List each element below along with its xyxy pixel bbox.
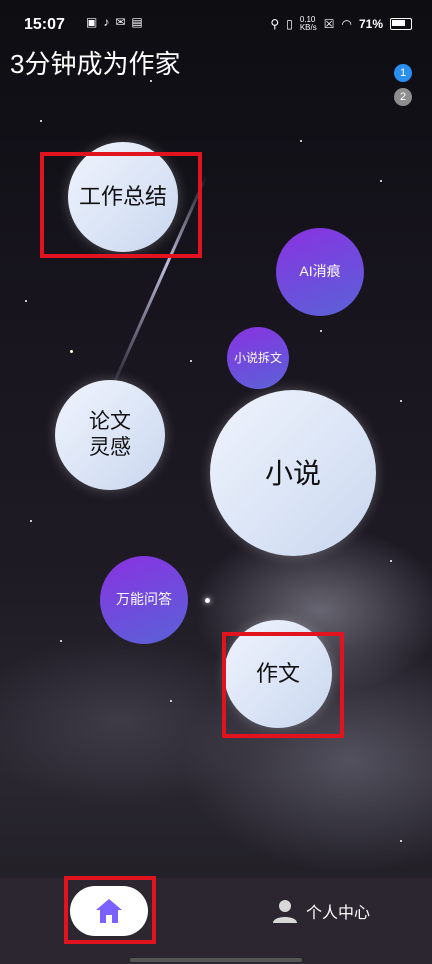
page-indicator: 1 2	[394, 64, 412, 106]
wechat-icon: ✉	[115, 15, 126, 29]
network-speed: 0.10 KB/s	[299, 15, 317, 32]
nfc-icon: ☒	[323, 17, 335, 31]
status-time: 15:07	[24, 16, 65, 33]
battery-percent: 71%	[358, 17, 383, 31]
star	[390, 560, 392, 562]
system-icons: ⚲ ▯ 0.10 KB/s ☒ ◠ 71%	[270, 16, 412, 32]
star	[70, 350, 73, 353]
star	[40, 120, 42, 122]
qa-bubble[interactable]: 万能问答	[100, 556, 188, 644]
app-notification-icon: ▣	[86, 15, 98, 29]
star	[30, 520, 32, 522]
star	[190, 360, 192, 362]
page-dot-2[interactable]: 2	[394, 88, 412, 106]
status-bar: 15:07 ▣ ♪ ✉ ▤ ⚲ ▯ 0.10 KB/s ☒ ◠ 71%	[0, 0, 432, 44]
novel-bubble[interactable]: 小说	[210, 390, 376, 556]
location-icon: ⚲	[270, 17, 280, 31]
notification-icons: ▣ ♪ ✉ ▤	[86, 15, 143, 29]
highlight-box-work-summary	[40, 152, 202, 258]
paper-inspiration-bubble[interactable]: 论文 灵感	[55, 380, 165, 490]
profile-label: 个人中心	[306, 905, 371, 922]
person-icon	[273, 900, 297, 923]
star	[205, 598, 210, 603]
wifi-icon: ◠	[341, 17, 352, 31]
star	[170, 700, 172, 702]
paper-inspiration-label: 论文 灵感	[89, 409, 131, 459]
star	[300, 140, 302, 142]
highlight-box-home	[64, 876, 156, 944]
tiktok-icon: ♪	[103, 15, 110, 29]
profile-tab[interactable]: 个人中心	[272, 898, 370, 924]
store-icon: ▤	[131, 15, 143, 29]
star	[400, 840, 402, 842]
ai-deaigc-label: AI消痕	[299, 263, 341, 280]
star	[400, 400, 402, 402]
star	[380, 180, 382, 182]
qa-label: 万能问答	[116, 591, 172, 608]
battery-icon	[390, 18, 412, 30]
app-title: 3分钟成为作家	[10, 49, 181, 79]
ai-deaigc-bubble[interactable]: AI消痕	[276, 228, 364, 316]
home-screen: 15:07 ▣ ♪ ✉ ▤ ⚲ ▯ 0.10 KB/s ☒ ◠ 71% 3分钟成…	[0, 0, 432, 964]
gesture-bar[interactable]	[130, 958, 302, 962]
novel-split-bubble[interactable]: 小说拆文	[227, 327, 289, 389]
star	[320, 330, 322, 332]
novel-split-label: 小说拆文	[233, 350, 282, 365]
star	[60, 640, 62, 642]
star	[25, 300, 27, 302]
highlight-box-essay	[222, 632, 344, 738]
vibrate-icon: ▯	[286, 17, 293, 31]
novel-label: 小说	[264, 457, 321, 489]
page-dot-1[interactable]: 1	[394, 64, 412, 82]
